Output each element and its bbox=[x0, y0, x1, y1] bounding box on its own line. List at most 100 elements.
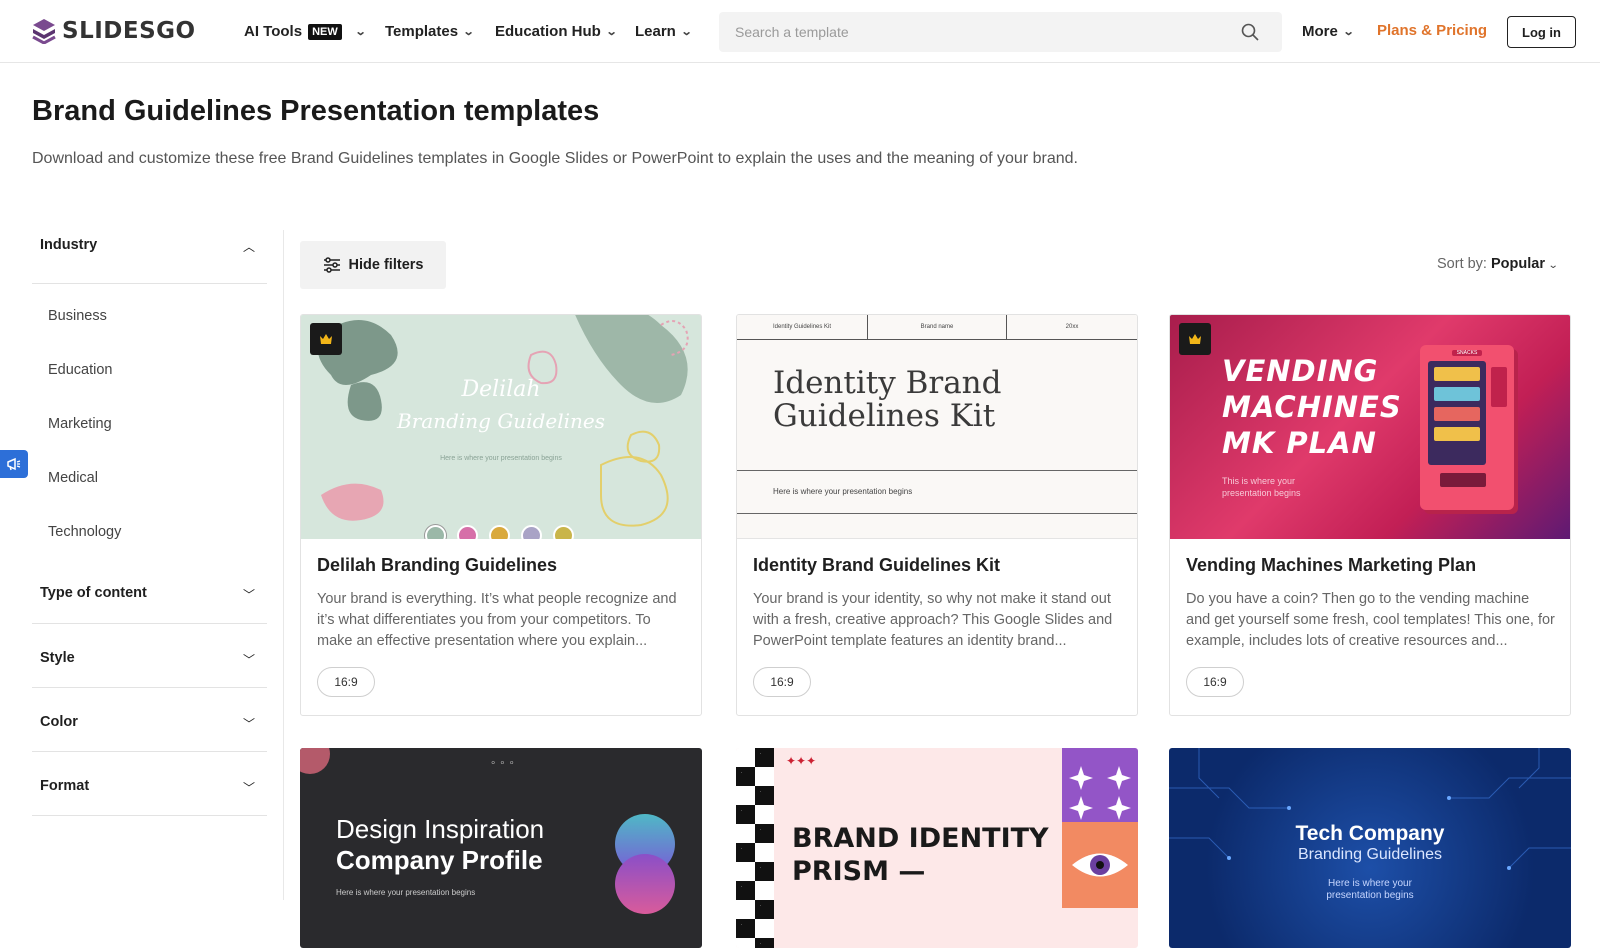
page-title: Brand Guidelines Presentation templates bbox=[32, 95, 600, 127]
color-swatch[interactable] bbox=[489, 525, 510, 539]
card-description: Your brand is everything. It’s what peop… bbox=[317, 591, 677, 649]
page-description: Download and customize these free Brand … bbox=[32, 150, 1078, 167]
color-swatches bbox=[425, 525, 574, 539]
thumbnail-tagline: Here is where your presentation begins bbox=[336, 888, 476, 897]
machine-window bbox=[1428, 361, 1486, 465]
thumbnail-subtitle: Company Profile bbox=[336, 845, 543, 875]
template-thumbnail[interactable]: VENDING MACHINES MK PLAN This is where y… bbox=[1170, 315, 1570, 539]
nav-templates-label: Templates bbox=[385, 23, 459, 40]
industry-item-business[interactable]: Business bbox=[48, 308, 107, 324]
nav-ai-tools-label: AI Tools bbox=[244, 23, 303, 40]
thumbnail-tagline: Here is where your presentation begins bbox=[1169, 878, 1571, 902]
template-card-vending-machines[interactable]: VENDING MACHINES MK PLAN This is where y… bbox=[1169, 314, 1571, 716]
chevron-down-icon: ﹀ bbox=[242, 781, 255, 795]
template-card-identity-brand[interactable]: Identity Guidelines Kit Brand name 20xx … bbox=[736, 314, 1138, 716]
industry-item-education[interactable]: Education bbox=[48, 362, 113, 378]
thumbnail-title-line: BRAND IDENTITY bbox=[792, 823, 1049, 854]
card-description: Your brand is your identity, so why not … bbox=[753, 591, 1113, 649]
chevron-down-icon: ﹀ bbox=[242, 588, 255, 602]
color-swatch[interactable] bbox=[553, 525, 574, 539]
filter-type-of-content-label: Type of content bbox=[40, 585, 147, 601]
thumbnail-header-row: Identity Guidelines Kit Brand name 20xx bbox=[737, 315, 1137, 340]
sort-label: Sort by: bbox=[1437, 256, 1487, 272]
template-thumbnail[interactable]: Delilah Branding Guidelines Here is wher… bbox=[301, 315, 701, 539]
plans-pricing-link[interactable]: Plans & Pricing bbox=[1377, 22, 1487, 39]
thumbnail-subtitle: Branding Guidelines bbox=[397, 409, 605, 433]
slidesgo-logo[interactable]: SLIDESGO bbox=[32, 18, 196, 44]
chevron-down-icon: ﹀ bbox=[242, 717, 255, 731]
slidesgo-logo-icon bbox=[32, 19, 56, 44]
star-pattern-tile bbox=[1062, 748, 1138, 822]
template-thumbnail[interactable]: Identity Guidelines Kit Brand name 20xx … bbox=[737, 315, 1137, 539]
thumbnail-tagline-line: This is where your bbox=[1222, 476, 1296, 486]
card-title[interactable]: Delilah Branding Guidelines bbox=[317, 555, 557, 576]
checker-pattern bbox=[736, 748, 774, 948]
industry-item-medical[interactable]: Medical bbox=[48, 470, 98, 486]
thumbnail-tagline: This is where your presentation begins bbox=[1222, 475, 1301, 499]
hide-filters-button[interactable]: Hide filters bbox=[300, 241, 446, 289]
chevron-up-icon: ︿ bbox=[242, 240, 255, 254]
filter-format-label: Format bbox=[40, 778, 90, 794]
aspect-ratio-tag: 16:9 bbox=[753, 667, 811, 697]
eye-tile bbox=[1062, 822, 1138, 908]
sort-dropdown[interactable]: Sort by: Popular ⌄ bbox=[1437, 256, 1559, 272]
industry-item-technology[interactable]: Technology bbox=[48, 524, 121, 540]
feedback-tab[interactable] bbox=[0, 450, 28, 478]
thumbnail-tagline-line: Here is where your bbox=[1328, 878, 1412, 889]
sidebar-divider bbox=[283, 230, 284, 900]
hide-filters-label: Hide filters bbox=[348, 257, 424, 273]
nav-education-hub[interactable]: Education Hub ⌄ bbox=[495, 0, 617, 63]
filter-format[interactable]: Format ﹀ bbox=[32, 752, 267, 816]
chevron-down-icon: ⌄ bbox=[462, 26, 475, 38]
color-swatch[interactable] bbox=[521, 525, 542, 539]
nav-education-hub-label: Education Hub bbox=[495, 23, 601, 40]
nav-learn-label: Learn bbox=[635, 23, 676, 40]
filter-type-of-content[interactable]: Type of content ﹀ bbox=[32, 560, 267, 624]
industry-item-marketing[interactable]: Marketing bbox=[48, 416, 112, 432]
thumbnail-title-line: Identity Brand bbox=[773, 365, 1002, 401]
template-card-brand-identity-prism[interactable]: ✦✦✦ BRAND IDENTITY PRISM — bbox=[736, 748, 1138, 948]
template-card-tech-company[interactable]: Tech Company Branding Guidelines Here is… bbox=[1169, 748, 1571, 948]
filter-style-label: Style bbox=[40, 650, 75, 666]
filter-industry-label: Industry bbox=[40, 237, 98, 253]
template-card-design-inspiration[interactable]: ∘∘∘ Design Inspiration Company Profile H… bbox=[300, 748, 702, 948]
ellipsis-icon: ∘∘∘ bbox=[490, 758, 518, 769]
thumbnail-title: VENDING MACHINES MK PLAN bbox=[1222, 353, 1402, 461]
filter-industry-header[interactable]: Industry ︿ bbox=[32, 220, 267, 284]
crown-icon bbox=[320, 334, 332, 344]
thumbnail-col: 20xx bbox=[1065, 324, 1079, 330]
color-swatch[interactable] bbox=[425, 525, 446, 539]
thumbnail-col: Identity Guidelines Kit bbox=[737, 315, 868, 339]
template-card-delilah[interactable]: Delilah Branding Guidelines Here is wher… bbox=[300, 314, 702, 716]
thumbnail-title: Delilah bbox=[461, 377, 541, 402]
card-title[interactable]: Identity Brand Guidelines Kit bbox=[753, 555, 1000, 576]
filter-style[interactable]: Style ﹀ bbox=[32, 624, 267, 688]
search-icon[interactable] bbox=[1240, 22, 1260, 42]
login-button[interactable]: Log in bbox=[1507, 16, 1576, 48]
premium-crown-badge bbox=[310, 323, 342, 355]
nav-more[interactable]: More ⌄ bbox=[1302, 0, 1355, 63]
sparkle-icon: ✦✦✦ bbox=[786, 754, 817, 768]
thumbnail-title: BRAND IDENTITY PRISM — bbox=[792, 822, 1049, 888]
chevron-down-icon: ⌄ bbox=[680, 26, 693, 38]
thumbnail-title: Design Inspiration bbox=[336, 814, 545, 844]
card-title[interactable]: Vending Machines Marketing Plan bbox=[1186, 555, 1476, 576]
nav-ai-tools[interactable]: AI Tools NEW ⌄ bbox=[244, 0, 366, 63]
thumbnail-title-line: MACHINES bbox=[1222, 390, 1402, 424]
chevron-down-icon: ﹀ bbox=[242, 653, 255, 667]
logo-text: SLIDESGO bbox=[62, 18, 196, 44]
thumbnail-tagline-line: presentation begins bbox=[1326, 890, 1414, 901]
aspect-ratio-tag: 16:9 bbox=[317, 667, 375, 697]
thumbnail-title: Tech Company bbox=[1295, 822, 1445, 845]
search-input[interactable]: Search a template bbox=[735, 24, 849, 40]
search-bar[interactable]: Search a template bbox=[719, 12, 1282, 52]
chevron-down-icon: ⌄ bbox=[1342, 26, 1355, 38]
nav-templates[interactable]: Templates ⌄ bbox=[385, 0, 475, 63]
crown-icon bbox=[1189, 334, 1201, 344]
color-swatch[interactable] bbox=[457, 525, 478, 539]
filter-color[interactable]: Color ﹀ bbox=[32, 688, 267, 752]
sliders-icon bbox=[323, 257, 340, 273]
thumbnail-title-line: VENDING bbox=[1222, 354, 1379, 388]
thumbnail-col: Brand name bbox=[868, 315, 1007, 339]
nav-learn[interactable]: Learn ⌄ bbox=[635, 0, 693, 63]
